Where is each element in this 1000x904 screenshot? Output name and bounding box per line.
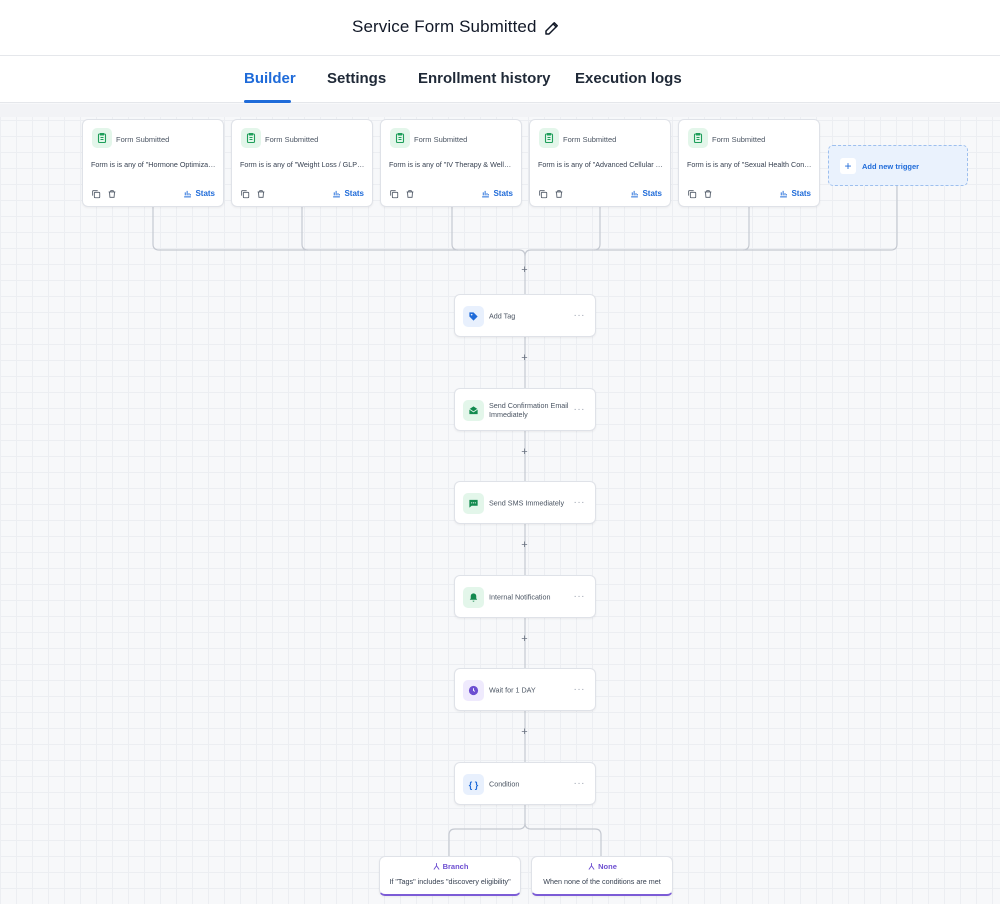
action-wait[interactable]: Wait for 1 DAY ··· — [454, 668, 596, 711]
stats-button[interactable]: Stats — [481, 189, 513, 198]
stats-button[interactable]: Stats — [183, 189, 215, 198]
branch-description: When none of the conditions are met — [543, 877, 661, 886]
add-step-button[interactable]: + — [518, 633, 531, 646]
bar-chart-icon — [482, 190, 490, 198]
copy-icon[interactable] — [91, 189, 101, 199]
trash-icon[interactable] — [256, 189, 266, 199]
branch-description: If "Tags" includes "discovery eligibilit… — [389, 877, 511, 886]
action-label: Wait for 1 DAY — [489, 685, 536, 694]
action-condition[interactable]: { } Condition ··· — [454, 762, 596, 805]
action-label: Add Tag — [489, 311, 516, 320]
page-title: Service Form Submitted — [352, 17, 537, 36]
trigger-card[interactable]: Form Submitted Form is is any of "IV The… — [380, 119, 522, 207]
action-label: Send SMS Immediately — [489, 498, 565, 507]
stats-button[interactable]: Stats — [779, 189, 811, 198]
action-add-tag[interactable]: Add Tag ··· — [454, 294, 596, 337]
add-step-button[interactable]: + — [518, 446, 531, 459]
action-label: Send Confirmation Email Immediately — [489, 400, 569, 419]
more-options-icon[interactable]: ··· — [574, 497, 586, 508]
branch-title: Branch — [442, 862, 469, 871]
header-bar: Service Form Submitted — [0, 0, 1000, 56]
trash-icon[interactable] — [107, 189, 117, 199]
action-send-email[interactable]: Send Confirmation Email Immediately ··· — [454, 388, 596, 431]
trash-icon[interactable] — [554, 189, 564, 199]
bar-chart-icon — [780, 190, 788, 198]
trigger-card[interactable]: Form Submitted Form is is any of "Weight… — [231, 119, 373, 207]
trigger-description: Form is is any of "Weight Loss / GLP-1 T… — [240, 160, 366, 169]
trigger-card[interactable]: Form Submitted Form is is any of "Hormon… — [82, 119, 224, 207]
add-trigger-label: Add new trigger — [862, 162, 920, 171]
trigger-description: Form is is any of "Sexual Health Consult… — [687, 160, 813, 169]
clock-icon — [463, 680, 484, 701]
trigger-description: Form is is any of "Hormone Optimization … — [91, 160, 217, 169]
trash-icon[interactable] — [703, 189, 713, 199]
add-step-button[interactable]: + — [518, 264, 531, 277]
more-options-icon[interactable]: ··· — [574, 310, 586, 321]
branch-title: None — [598, 862, 617, 871]
copy-icon[interactable] — [240, 189, 250, 199]
trigger-title: Form Submitted — [265, 135, 319, 144]
bell-icon — [463, 587, 484, 608]
braces-icon: { } — [463, 774, 484, 795]
active-tab-indicator — [244, 100, 291, 103]
copy-icon[interactable] — [389, 189, 399, 199]
trigger-description: Form is is any of "Advanced Cellular The… — [538, 160, 664, 169]
clipboard-icon — [539, 128, 559, 148]
copy-icon[interactable] — [687, 189, 697, 199]
clipboard-icon — [688, 128, 708, 148]
add-step-button[interactable]: + — [518, 539, 531, 552]
trigger-title: Form Submitted — [414, 135, 468, 144]
trigger-card[interactable]: Form Submitted Form is is any of "Sexual… — [678, 119, 820, 207]
add-new-trigger-button[interactable]: + Add new trigger — [828, 145, 968, 186]
branch-icon — [588, 863, 595, 870]
stats-button[interactable]: Stats — [630, 189, 662, 198]
trash-icon[interactable] — [405, 189, 415, 199]
trigger-description: Form is is any of "IV Therapy & Wellness… — [389, 160, 515, 169]
pencil-icon[interactable] — [543, 19, 561, 37]
clipboard-icon — [241, 128, 261, 148]
tag-icon — [463, 306, 484, 327]
stats-button[interactable]: Stats — [332, 189, 364, 198]
tab-builder[interactable]: Builder — [244, 70, 296, 87]
tab-settings[interactable]: Settings — [327, 70, 386, 87]
canvas-top-strip — [0, 104, 1000, 117]
branch-icon — [433, 863, 440, 870]
action-label: Internal Notification — [489, 592, 551, 601]
more-options-icon[interactable]: ··· — [574, 404, 586, 415]
clipboard-icon — [92, 128, 112, 148]
trigger-title: Form Submitted — [116, 135, 170, 144]
trigger-title: Form Submitted — [563, 135, 617, 144]
add-step-button[interactable]: + — [518, 726, 531, 739]
action-internal-notification[interactable]: Internal Notification ··· — [454, 575, 596, 618]
trigger-card[interactable]: Form Submitted Form is is any of "Advanc… — [529, 119, 671, 207]
more-options-icon[interactable]: ··· — [574, 684, 586, 695]
add-step-button[interactable]: + — [518, 352, 531, 365]
more-options-icon[interactable]: ··· — [574, 778, 586, 789]
branch-card[interactable]: Branch If "Tags" includes "discovery eli… — [379, 856, 521, 896]
tab-execution-logs[interactable]: Execution logs — [575, 70, 682, 87]
tab-enrollment-history[interactable]: Enrollment history — [418, 70, 551, 87]
bar-chart-icon — [631, 190, 639, 198]
email-icon — [463, 400, 484, 421]
more-options-icon[interactable]: ··· — [574, 591, 586, 602]
bar-chart-icon — [333, 190, 341, 198]
sms-icon — [463, 493, 484, 514]
tab-bar: Builder Settings Enrollment history Exec… — [0, 56, 1000, 103]
trigger-title: Form Submitted — [712, 135, 766, 144]
action-label: Condition — [489, 779, 520, 788]
action-send-sms[interactable]: Send SMS Immediately ··· — [454, 481, 596, 524]
copy-icon[interactable] — [538, 189, 548, 199]
clipboard-icon — [390, 128, 410, 148]
plus-icon: + — [840, 158, 856, 174]
bar-chart-icon — [184, 190, 192, 198]
branch-none-card[interactable]: None When none of the conditions are met — [531, 856, 673, 896]
